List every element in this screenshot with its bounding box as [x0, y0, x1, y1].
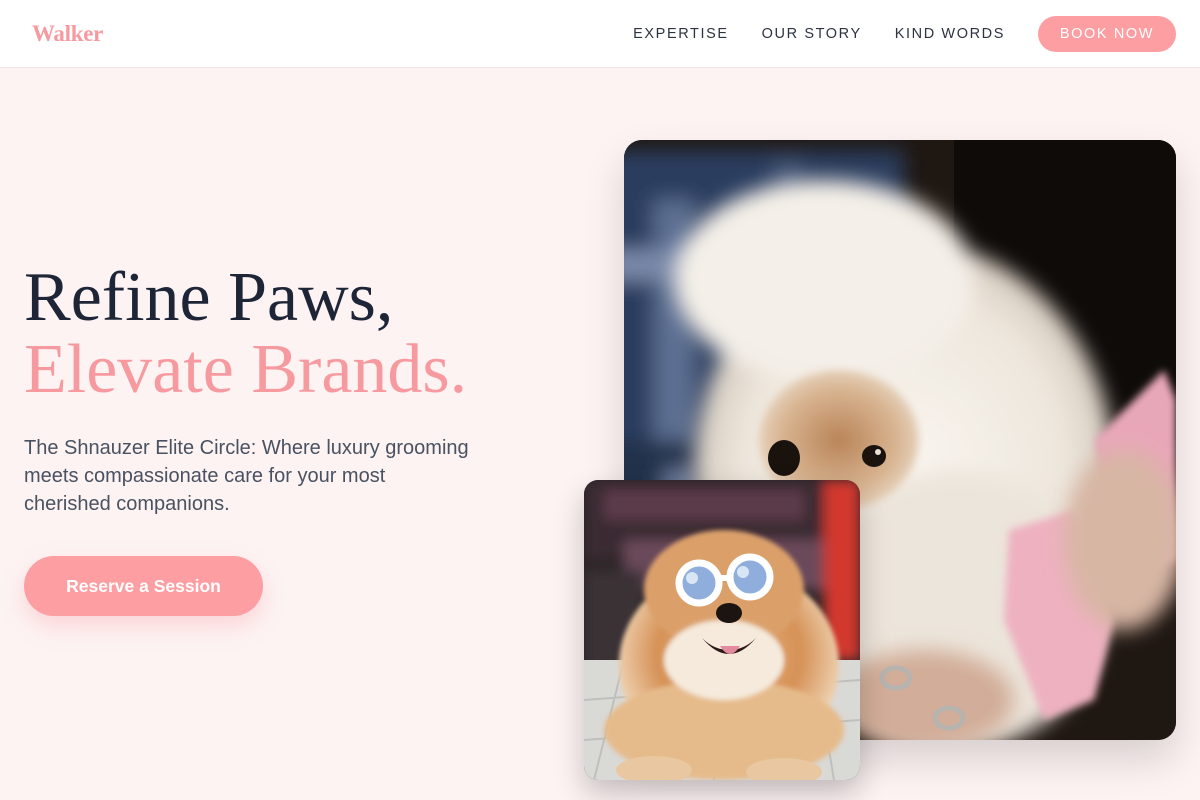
headline-line-1: Refine Paws,	[24, 259, 394, 336]
headline-line-2: Elevate Brands.	[24, 331, 468, 408]
hero-headline: Refine Paws, Elevate Brands.	[24, 262, 544, 406]
hero-text: Refine Paws, Elevate Brands. The Shnauze…	[24, 262, 544, 518]
main-nav: EXPERTISE OUR STORY KIND WORDS BOOK NOW	[600, 15, 1176, 52]
nav-link-kind-words[interactable]: KIND WORDS	[895, 26, 1005, 42]
dog-with-sunglasses-photo	[584, 480, 860, 780]
nav-link-expertise[interactable]: EXPERTISE	[633, 26, 729, 42]
book-now-button[interactable]: BOOK NOW	[1038, 15, 1176, 52]
reserve-session-button[interactable]: Reserve a Session	[24, 556, 263, 616]
brand-logo[interactable]: Walker	[32, 21, 103, 47]
nav-link-our-story[interactable]: OUR STORY	[762, 26, 862, 42]
top-navbar: Walker EXPERTISE OUR STORY KIND WORDS BO…	[0, 0, 1200, 68]
hero-subtitle: The Shnauzer Elite Circle: Where luxury …	[24, 437, 469, 515]
hero-photo-secondary	[584, 480, 860, 780]
